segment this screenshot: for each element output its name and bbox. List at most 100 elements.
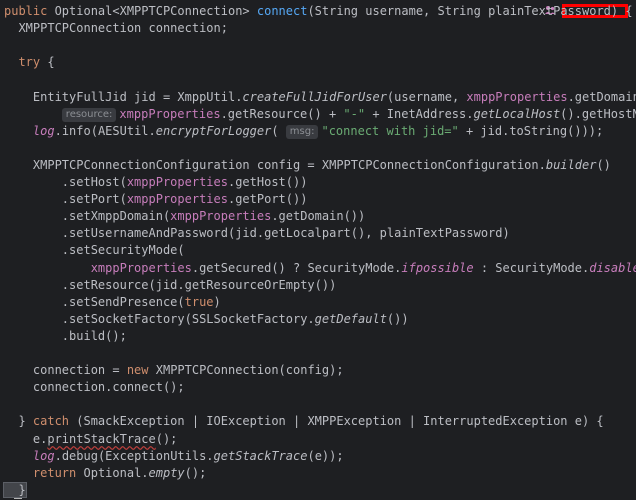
code-token: connect [256,4,308,18]
code-line[interactable]: .setResource(jid.getResourceOrEmpty()) [4,277,337,294]
code-line[interactable]: .setPort(xmppProperties.getPort()) [4,191,308,208]
code-token: ) [213,294,221,309]
code-line[interactable]: connection = new XMPPTCPConnection(confi… [4,362,344,379]
code-token: .setResource(jid.getResourceOrEmpty()) [4,277,337,292]
code-token: Optional<XMPPTCPConnection> [54,4,257,18]
code-token: xmppProperties [170,209,272,224]
code-line[interactable]: .setHost(xmppProperties.getHost()) [4,174,308,191]
code-token: (e)); [307,448,344,463]
code-token: xmppProperties [466,89,568,104]
code-token: log [32,448,55,463]
code-token: .setPort( [4,192,127,207]
code-token: return [32,465,77,480]
code-line[interactable]: XMPPTCPConnection connection; [4,20,228,37]
code-token: connection.connect(); [4,380,185,395]
code-token: xmppProperties [90,260,192,275]
code-token: catch [32,414,70,429]
code-token: (String username, String plainTextPasswo… [307,4,633,18]
code-token: "-" [343,106,366,121]
code-token: + jid.toString())); [458,123,604,138]
code-token: } [3,481,27,498]
code-line[interactable]: log.debug(ExceptionUtils.getStackTrace(e… [4,448,344,465]
code-token: createFullJidForUser [242,89,387,104]
code-token: .setUsernameAndPassword(jid.getLocalpart… [4,226,510,241]
code-token: .debug(ExceptionUtils. [54,448,214,463]
code-token: .setSecurityMode( [4,243,185,258]
code-token: e. [4,431,48,446]
code-token: } [4,414,33,429]
code-token: public [4,4,55,18]
code-token: .build(); [4,328,127,343]
code-line[interactable]: .setSendPresence(true) [4,294,221,311]
code-line[interactable]: .setSecurityMode( [4,242,185,259]
code-line[interactable]: return Optional.empty(); [4,465,206,482]
code-token: (SmackException | IOException | XMPPExce… [69,414,604,429]
parameter-hint: resource: [61,107,117,122]
code-token: new [126,363,149,378]
code-token: ( [271,123,286,138]
code-token: xmppProperties [126,175,228,189]
code-token: .setSendPresence( [4,294,185,309]
code-line[interactable]: XMPPTCPConnectionConfiguration config = … [4,157,611,174]
code-token: getStackTrace [213,448,308,463]
code-token: ifpossible [401,260,474,275]
parameter-hint: msg: [285,124,319,139]
code-token: log [32,123,55,138]
code-token: .getResource() + [220,106,344,121]
code-line[interactable]: e.printStackTrace(); [4,431,178,448]
code-token: XMPPTCPConnectionConfiguration config = … [4,157,546,172]
code-editor[interactable]: public Optional<XMPPTCPConnection> conne… [0,0,636,500]
code-token: .setXmppDomain( [4,209,171,224]
code-token: builder [545,157,597,172]
code-token: "connect with jid=" [321,123,459,138]
code-token: ().getHostName()); [560,106,636,121]
code-token: XMPPTCPConnection connection; [4,21,228,36]
code-token: .setSocketFactory(SSLSocketFactory. [4,311,315,326]
code-token: .getDomain(), [567,89,636,104]
code-line[interactable]: connection.connect(); [4,379,185,396]
code-token: true [184,294,214,309]
code-line[interactable]: .build(); [4,328,127,345]
code-token: xmppProperties [119,106,221,121]
code-token: .getPort()) [227,192,308,207]
code-line[interactable]: .setUsernameAndPassword(jid.getLocalpart… [4,225,510,242]
code-token: connection = [4,363,127,378]
code-line[interactable]: } catch (SmackException | IOException | … [4,413,604,430]
code-token: (username, [386,89,467,104]
code-token: () [596,157,611,172]
code-line[interactable]: try { [4,54,55,71]
code-token: try [4,55,41,70]
code-token: : SecurityMode. [473,260,590,275]
code-line[interactable]: public Optional<XMPPTCPConnection> conne… [4,3,633,20]
code-token: printStackTrace [47,431,156,446]
code-token: xmppProperties [126,192,228,207]
code-token: Optional. [76,465,149,480]
code-line[interactable]: log.info(AESUtil.encryptForLogger( msg: "… [4,123,603,140]
code-token: .info(AESUtil. [54,123,156,138]
code-line[interactable]: .setXmppDomain(xmppProperties.getDomain(… [4,208,365,225]
code-line[interactable]: resource: xmppProperties.getResource() + … [4,106,636,123]
code-line[interactable]: xmppProperties.getSecured() ? SecurityMo… [4,260,636,277]
code-token: .getDomain()) [271,209,366,224]
code-line[interactable]: EntityFullJid jid = XmppUtil.createFullJ… [4,89,636,106]
code-token: ()) [386,311,409,326]
code-token: (); [184,465,207,480]
code-token: getLocalHost [473,106,561,121]
code-line[interactable]: .setSocketFactory(SSLSocketFactory.getDe… [4,311,409,328]
code-token: .setHost( [4,175,127,189]
code-token: .getHost()) [227,175,308,189]
code-token: (); [155,431,178,446]
code-token: empty [148,465,185,480]
code-token: .getSecured() ? SecurityMode. [191,260,402,275]
code-token: XMPPTCPConnection(config); [148,363,344,378]
code-line[interactable]: } [3,481,27,499]
code-token: encryptForLogger [155,123,272,138]
code-token: getDefault [314,311,387,326]
code-token: + InetAddress. [365,106,474,121]
code-token: { [40,55,55,70]
